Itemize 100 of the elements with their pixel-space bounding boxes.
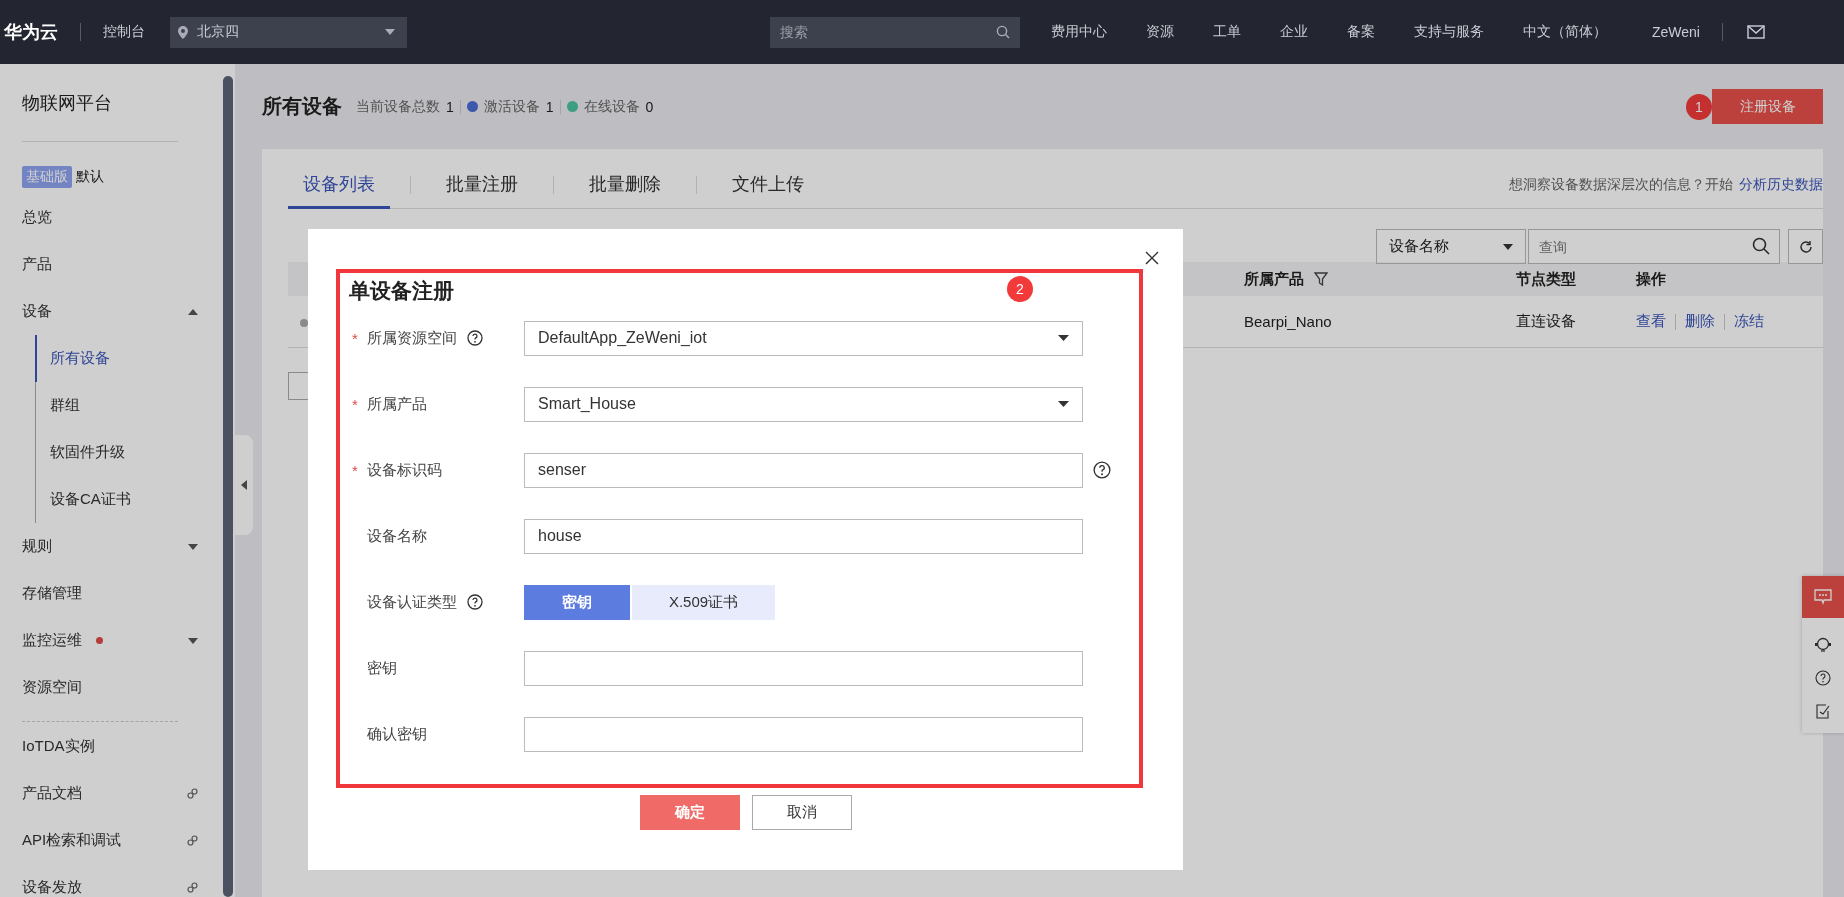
top-nav-link[interactable]: 支持与服务 (1414, 23, 1484, 41)
search-field[interactable]: 搜索 (770, 16, 1020, 48)
input-field[interactable]: senser (524, 452, 1083, 488)
input-field[interactable] (524, 716, 1083, 752)
help-icon[interactable] (467, 330, 483, 346)
dialog-button[interactable]: 取消 (751, 795, 852, 830)
filter-icon[interactable] (1314, 272, 1328, 286)
column-header: 所属产品 (1244, 269, 1304, 289)
register-device-button[interactable]: 注册设备 (1712, 89, 1823, 124)
alert-dot (96, 637, 103, 644)
sidebar-item[interactable]: 存储管理 (22, 570, 223, 617)
select-field[interactable]: Smart_House (524, 386, 1083, 422)
refresh-button[interactable] (1788, 229, 1823, 264)
stat-label: 激活设备 (483, 97, 540, 116)
brand-logo[interactable]: 华为云 (4, 20, 58, 44)
tab[interactable]: 文件上传 (717, 172, 819, 209)
row-action-link[interactable]: 查看 (1636, 312, 1666, 331)
page-title: 所有设备 (262, 94, 342, 119)
column-header: 节点类型 (1516, 269, 1577, 289)
filter-field-select[interactable]: 设备名称 (1376, 229, 1526, 264)
auth-type-option[interactable]: X.509证书 (632, 584, 775, 620)
chat-icon (1814, 589, 1832, 605)
help-icon[interactable] (467, 594, 483, 610)
sidebar-item[interactable]: 产品 (22, 241, 223, 288)
step-badge: 1 (1686, 93, 1712, 120)
caret-icon (1058, 335, 1069, 341)
sidebar-item[interactable]: 资源空间 (22, 664, 223, 711)
link-icon (187, 882, 198, 893)
top-nav-link[interactable]: 备案 (1347, 23, 1375, 41)
input-field[interactable]: house (524, 518, 1083, 554)
field-label: 设备标识码 (367, 460, 442, 480)
select-field[interactable]: DefaultApp_ZeWeni_iot (524, 320, 1083, 356)
link-icon (187, 835, 198, 846)
field-label: 所属产品 (367, 394, 427, 414)
stat-value: 1 (446, 98, 454, 115)
field-label: 密钥 (367, 658, 397, 678)
top-nav-link[interactable]: 企业 (1280, 23, 1308, 41)
help-icon[interactable] (1815, 670, 1831, 686)
sidebar-item[interactable]: 规则 (22, 523, 223, 570)
row-action-link[interactable]: 删除 (1685, 312, 1715, 331)
insight-text: 想洞察设备数据深层次的信息？开始 (1509, 176, 1733, 194)
status-dot (300, 318, 308, 327)
headset-icon[interactable] (1814, 635, 1832, 653)
region-select[interactable]: 北京四 (170, 16, 407, 48)
sidebar-subitem[interactable]: 群组 (35, 382, 223, 429)
stat-value: 1 (545, 98, 554, 115)
tab[interactable]: 批量删除 (574, 172, 676, 209)
required-mark: * (352, 461, 358, 479)
sidebar-subitem[interactable]: 设备CA证书 (35, 476, 223, 523)
step-badge: 2 (1007, 276, 1033, 302)
required-mark: * (352, 395, 358, 413)
stat-value: 0 (645, 98, 654, 115)
tab[interactable]: 批量注册 (431, 172, 533, 209)
console-link[interactable]: 控制台 (103, 23, 145, 41)
stat-label: 当前设备总数 (356, 97, 440, 116)
table-cell-text: 直连设备 (1516, 312, 1577, 331)
auth-type-option[interactable]: 密钥 (524, 584, 630, 620)
field-label: 设备认证类型 (367, 592, 457, 612)
required-mark: * (352, 329, 358, 347)
collapse-handle[interactable] (235, 435, 253, 535)
top-nav-link[interactable]: 资源 (1146, 23, 1174, 41)
feedback-icon[interactable] (1815, 703, 1831, 719)
sidebar-title: 物联网平台 (22, 92, 113, 115)
stat-label: 在线设备 (583, 97, 640, 116)
edition-label: 默认 (76, 168, 104, 186)
sidebar-item[interactable]: IoTDA实例 (22, 723, 223, 770)
query-field[interactable]: 查询 (1528, 229, 1780, 264)
location-pin-icon (178, 25, 188, 39)
search-icon (996, 24, 1010, 39)
top-nav-link[interactable]: 中文（简体） (1523, 23, 1607, 41)
top-nav-link[interactable]: 工单 (1213, 23, 1241, 41)
tab[interactable]: 设备列表 (288, 172, 390, 209)
sidebar-item[interactable]: API检索和调试 (22, 817, 223, 864)
mail-icon[interactable] (1747, 25, 1765, 39)
sidebar-item[interactable]: 总览 (22, 194, 223, 241)
search-icon (1752, 237, 1770, 255)
field-label: 设备名称 (367, 526, 427, 546)
top-nav-link[interactable]: 费用中心 (1051, 23, 1107, 41)
close-icon[interactable] (1145, 251, 1159, 265)
input-field[interactable] (524, 650, 1083, 686)
scrollbar[interactable] (223, 76, 233, 897)
sidebar-item[interactable]: 产品文档 (22, 770, 223, 817)
caret-icon (1058, 401, 1069, 407)
table-cell-text: Bearpi_Nano (1244, 313, 1333, 330)
help-icon[interactable] (1093, 461, 1111, 479)
row-action-link[interactable]: 冻结 (1734, 312, 1764, 331)
dialog-title: 单设备注册 (349, 278, 454, 304)
sidebar-item[interactable]: 监控运维 (22, 617, 223, 664)
column-header: 操作 (1636, 269, 1666, 289)
edition-badge: 基础版 (22, 166, 72, 188)
sidebar-item[interactable]: 设备发放 (22, 864, 223, 897)
sidebar-item[interactable]: 设备 (22, 288, 223, 335)
user-name[interactable]: ZeWeni (1652, 24, 1700, 40)
caret-icon (241, 480, 247, 490)
refresh-icon (1798, 239, 1813, 254)
field-label: 所属资源空间 (367, 328, 457, 348)
sidebar-subitem[interactable]: 软固件升级 (35, 429, 223, 476)
caret-icon (1503, 243, 1513, 250)
history-analysis-link[interactable]: 分析历史数据 (1739, 176, 1823, 208)
chat-button[interactable] (1802, 576, 1844, 618)
